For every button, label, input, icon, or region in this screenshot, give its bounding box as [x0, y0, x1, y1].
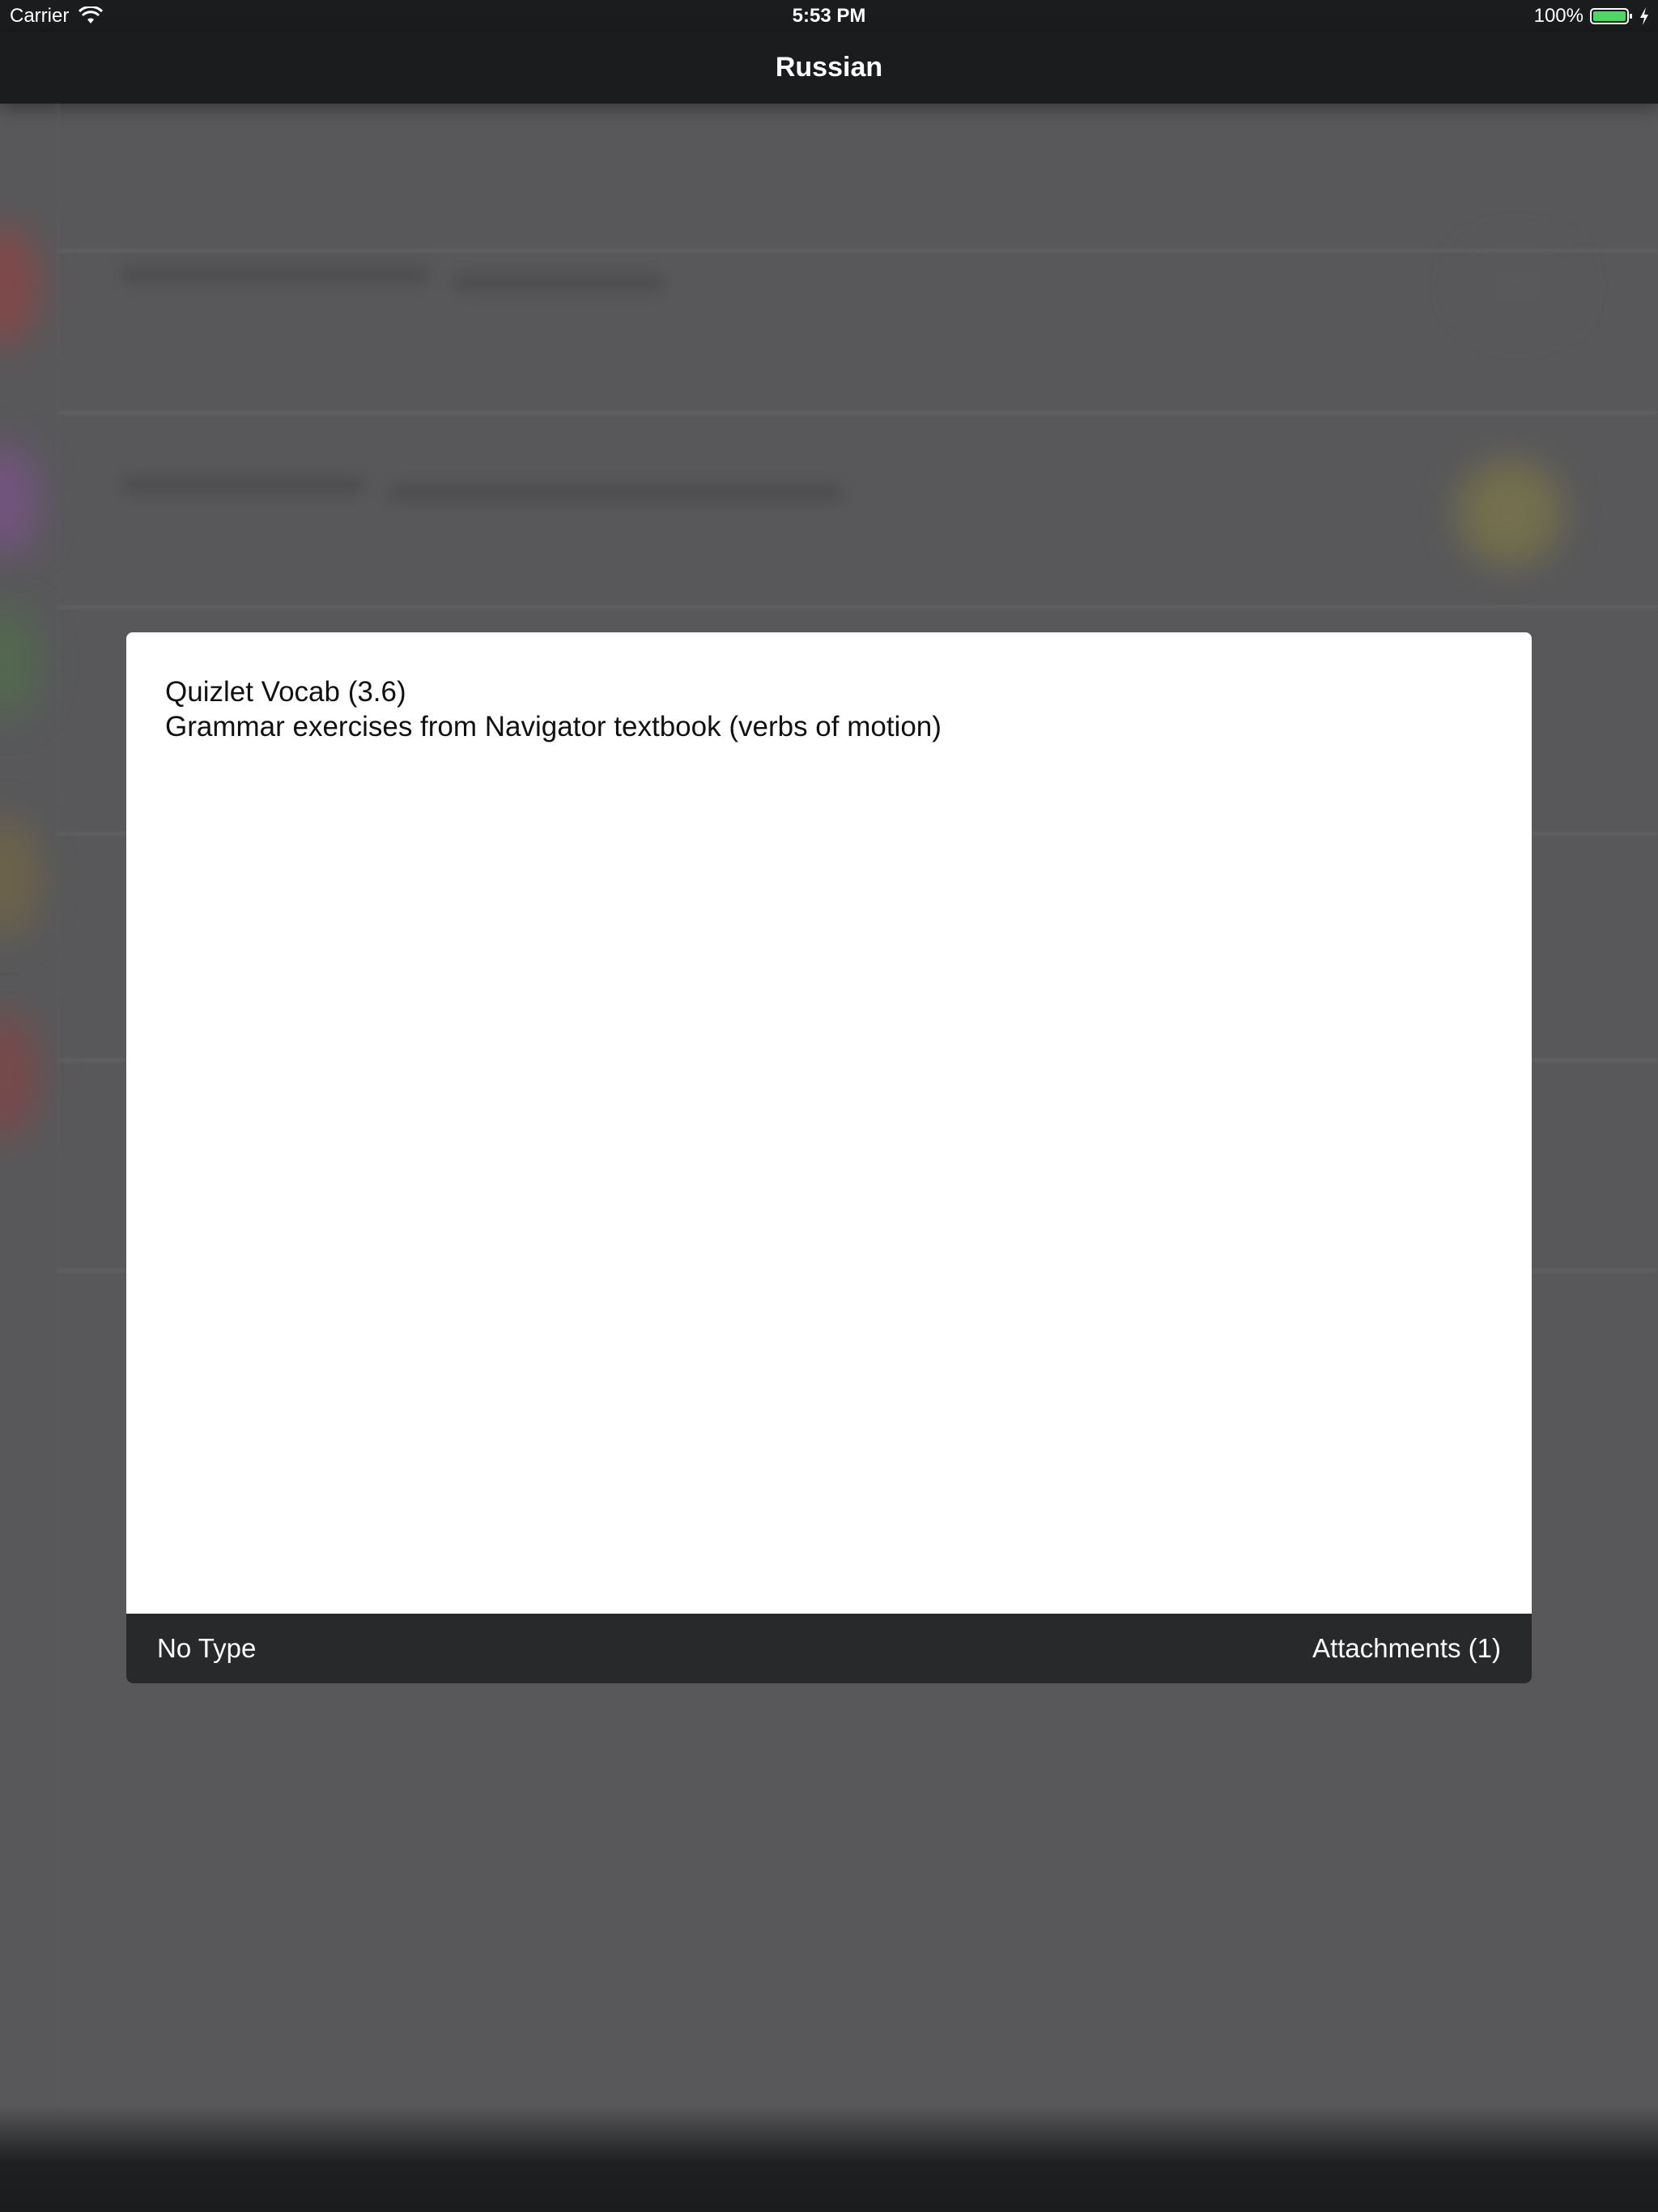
note-popup: Quizlet Vocab (3.6) Grammar exercises fr… — [126, 632, 1532, 1683]
dimmed-tab-bar — [0, 2105, 1658, 2212]
status-right: 100% — [1534, 5, 1650, 28]
background-blob — [0, 1010, 40, 1140]
type-button[interactable]: No Type — [157, 1633, 256, 1664]
navigation-bar: Russian — [0, 32, 1658, 104]
background-blob — [0, 816, 40, 938]
background-divider — [57, 411, 1658, 414]
note-body[interactable]: Quizlet Vocab (3.6) Grammar exercises fr… — [126, 632, 1532, 1614]
attachments-button[interactable]: Attachments (1) — [1312, 1633, 1501, 1664]
status-time: 5:53 PM — [792, 5, 866, 27]
note-line: Grammar exercises from Navigator textboo… — [165, 711, 942, 742]
background-blob — [0, 606, 40, 719]
background-text — [121, 476, 364, 494]
background-blob — [1457, 460, 1562, 565]
battery-icon — [1590, 8, 1632, 24]
nav-title: Russian — [775, 52, 883, 83]
battery-percent: 100% — [1533, 5, 1584, 27]
background-text — [453, 274, 664, 291]
note-line: Quizlet Vocab (3.6) — [165, 676, 406, 708]
background-blob — [1465, 249, 1571, 322]
background-text — [121, 266, 429, 283]
status-bar: Carrier 5:53 PM 100% — [0, 0, 1658, 32]
background-blob — [0, 444, 40, 557]
background-text — [389, 484, 842, 502]
note-footer: No Type Attachments (1) — [126, 1614, 1532, 1683]
background-divider — [57, 606, 1658, 608]
background-vertical-divider — [57, 104, 59, 2128]
charging-bolt-icon — [1640, 7, 1648, 25]
background-blob — [0, 225, 40, 347]
background-divider — [57, 249, 1658, 252]
